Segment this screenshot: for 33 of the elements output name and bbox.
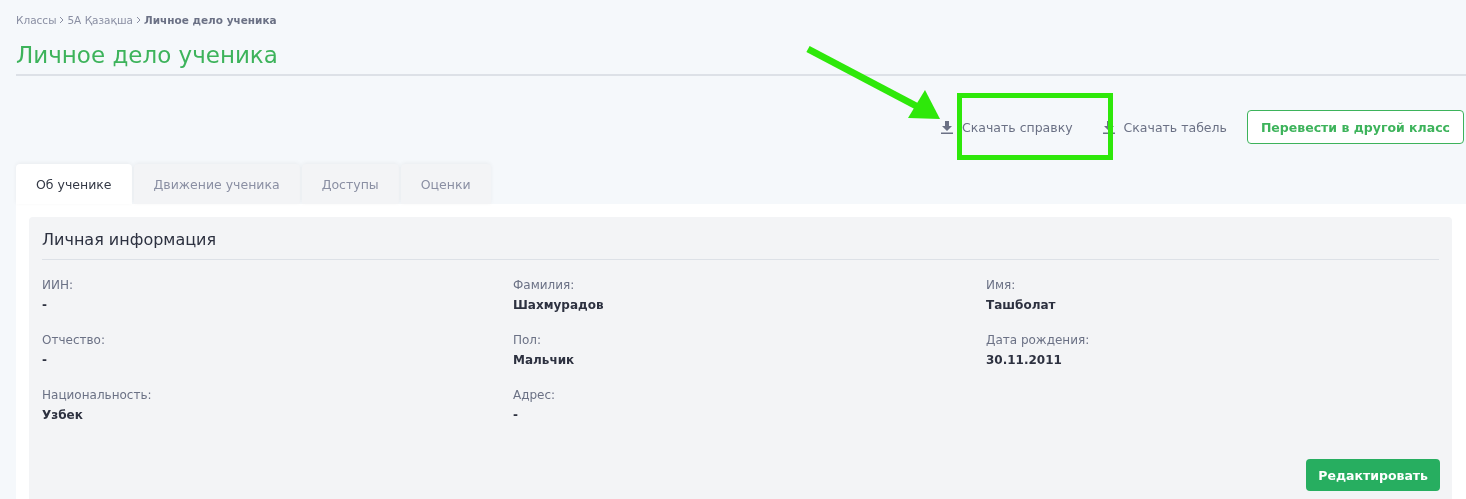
tab[interactable]: Доступы: [301, 164, 399, 204]
field-label: Дата рождения:: [986, 333, 1091, 347]
field-value: -: [42, 353, 48, 367]
field-label: Адрес:: [513, 388, 557, 402]
transfer-button[interactable]: Перевести в другой класс: [1246, 110, 1464, 144]
breadcrumb-link[interactable]: 5А Қазақша: [67, 14, 133, 26]
field-value: Шахмурадов: [513, 298, 605, 312]
download-icon: [941, 120, 954, 134]
download-button[interactable]: Скачать справку: [931, 110, 1083, 144]
field-label: Пол:: [513, 333, 543, 347]
download-button[interactable]: Скачать табель: [1092, 110, 1237, 144]
breadcrumb-link[interactable]: Классы: [16, 14, 57, 26]
edit-button[interactable]: Редактировать: [1306, 459, 1440, 491]
tab[interactable]: Движение ученика: [133, 164, 300, 204]
field-value: Узбек: [42, 408, 84, 422]
field-value: -: [42, 298, 48, 312]
section-title: Личная информация: [42, 217, 1439, 260]
field-label: Фамилия:: [513, 278, 576, 292]
field-label: Отчество:: [42, 333, 106, 347]
field-value: Ташболат: [986, 298, 1057, 312]
field-value: 30.11.2011: [986, 353, 1063, 367]
chevron-icon: [135, 16, 141, 24]
field-value: -: [513, 408, 519, 422]
chevron-icon: [59, 16, 65, 24]
page-title: Личное дело ученика: [16, 42, 1466, 76]
field-value: Мальчик: [513, 353, 576, 367]
field-label: Национальность:: [42, 388, 153, 402]
download-icon: [1102, 120, 1115, 134]
field-label: ИИН:: [42, 278, 75, 292]
tab[interactable]: Об ученике: [16, 164, 132, 204]
tab[interactable]: Оценки: [400, 164, 491, 204]
breadcrumb-current: Личное дело ученика: [143, 14, 277, 26]
field-label: Имя:: [986, 278, 1017, 292]
